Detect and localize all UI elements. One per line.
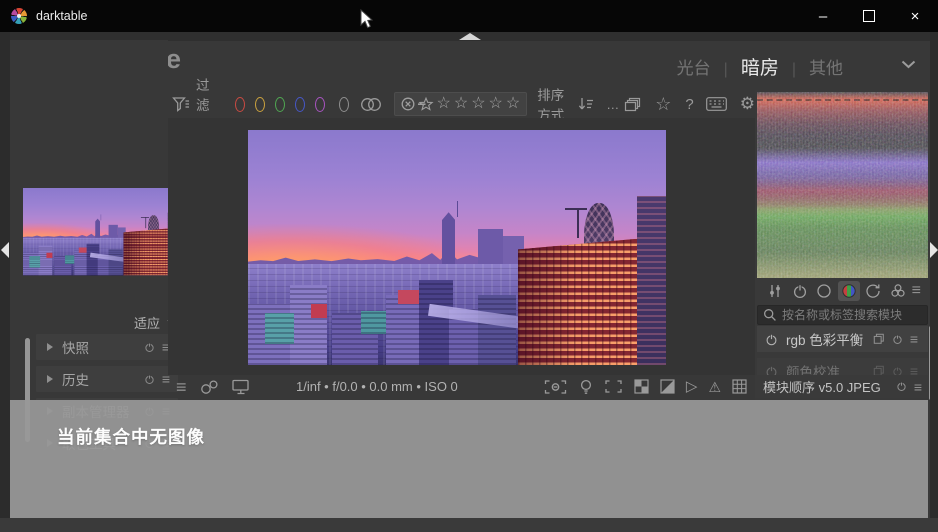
multi-instance-icon[interactable] [873,333,885,345]
bottom-panel-strip[interactable] [0,518,938,532]
filter-funnel-icon[interactable] [172,96,190,112]
expand-arrow-icon [47,343,53,351]
sunlit-building [518,238,645,365]
help-icon[interactable]: ? [685,96,693,113]
darkroom-bottom-toolbar: ≡ 1/inf • f/0.0 • 0.0 mm • ISO 0 [168,375,755,398]
mouse-cursor [360,9,375,30]
app-icon [11,8,27,24]
navigation-thumbnail[interactable] [23,188,177,276]
effect-group-icon[interactable] [887,281,909,301]
module-color-balance-rgb[interactable]: rgb 色彩平衡 ≡ [757,326,928,352]
clipping-warning-icon[interactable] [660,379,675,394]
reset-icon[interactable] [892,334,903,345]
presets-menu-icon[interactable]: ≡ [910,332,918,346]
overlays-menu-icon[interactable]: ≡ [176,378,187,396]
grid-overlay-icon[interactable] [732,379,747,394]
focus-peaking-icon[interactable] [543,379,568,395]
preferences-gear-icon[interactable]: ⚙ [740,94,755,114]
color-label-yellow[interactable] [255,97,265,112]
rating-star-icon[interactable]: ☆ [505,96,521,112]
maximize-button[interactable] [846,0,892,32]
gamut-check-icon[interactable] [634,379,649,394]
expand-arrow-icon [47,375,53,383]
base-group-icon[interactable] [813,281,835,301]
reset-icon[interactable] [144,374,155,385]
darkroom-top-toolbar: 过滤器 ☆ ☆ ☆ ☆ ☆ 排序方式 … ☆ ? ⚙ [168,90,755,118]
grouping-stack-icon[interactable] [624,96,642,112]
reject-icon[interactable] [400,96,416,112]
collapse-right-arrow-icon[interactable] [930,242,938,258]
color-label-red[interactable] [235,97,245,112]
sunlit-building [123,228,170,275]
rating-star-icon[interactable]: ☆ [488,96,504,112]
titlebar[interactable]: darktable – × [0,0,938,32]
close-button[interactable]: × [892,0,938,32]
shortcuts-keyboard-icon[interactable] [706,97,727,111]
darkroom-canvas [168,118,755,375]
module-group-bar: ≡ [757,279,928,303]
color-label-purple[interactable] [315,97,325,112]
sidebar-section-snapshots[interactable]: 快照 ≡ [36,334,178,360]
quick-access-icon[interactable] [764,281,786,301]
view-switcher: 光台 | 暗房 | 其他 [677,53,843,80]
color-label-gray[interactable] [339,97,349,112]
color-label-blue[interactable] [295,97,305,112]
active-modules-group-icon[interactable] [789,281,811,301]
minimize-button[interactable]: – [800,0,846,32]
waveform-scope[interactable] [757,92,928,278]
sort-direction-icon[interactable] [578,96,594,112]
right-panel-edge[interactable] [930,32,938,518]
overexposure-warning-icon[interactable]: ⚠ [708,380,721,394]
reset-icon[interactable] [144,342,155,353]
color-group-icon[interactable] [838,281,860,301]
darkroom-image[interactable] [248,130,666,365]
exif-info: 1/inf • f/0.0 • 0.0 mm • ISO 0 [296,379,458,394]
module-list-menu-icon[interactable]: ≡ [912,283,921,299]
sidebar-section-history[interactable]: 历史 ≡ [36,366,178,392]
cityscape-photo [23,188,177,275]
view-lighttable[interactable]: 光台 [677,54,711,79]
view-other[interactable]: 其他 [809,54,843,79]
module-search-input[interactable] [757,305,928,325]
enable-module-icon[interactable] [765,333,778,346]
reset-icon[interactable] [896,381,907,392]
module-search[interactable] [757,305,928,325]
rating-star-icon[interactable]: ☆ [436,96,452,112]
rating-star-icon[interactable]: ☆ [470,96,486,112]
collapse-left-arrow-icon[interactable] [1,242,9,258]
cityscape-photo [248,130,666,365]
maximize-icon [863,10,875,22]
empty-collection-message: 当前集合中无图像 [57,424,205,449]
zero-star-icon[interactable] [417,96,435,112]
filmstrip-panel: 当前集合中无图像 [10,400,928,518]
second-window-icon[interactable] [232,379,251,395]
softproof-play-icon[interactable]: ▷ [686,379,698,394]
zoom-fit-expand-icon[interactable] [604,379,623,394]
color-label-green[interactable] [275,97,285,112]
favorites-star-icon[interactable]: ☆ [655,94,671,115]
overlays-ellipsis[interactable]: … [606,97,620,112]
presets-menu-icon[interactable]: ≡ [914,380,922,394]
correct-group-icon[interactable] [862,281,884,301]
window-title: darktable [36,9,87,23]
color-label-toggle-icon[interactable] [360,97,382,112]
zoom-fit-dropdown[interactable]: 适应 [23,312,177,332]
module-order[interactable]: 模块顺序 v5.0 JPEG ≡ [755,375,930,398]
search-icon [763,308,777,322]
views-chevron-down-icon[interactable] [901,60,916,69]
color-assessment-bulb-icon[interactable] [579,379,593,395]
rating-filter[interactable]: ☆ ☆ ☆ ☆ ☆ [394,92,528,116]
left-panel-edge[interactable] [0,32,10,518]
view-darkroom[interactable]: 暗房 [741,53,779,80]
guides-overlay-icon[interactable] [200,379,219,395]
rating-star-icon[interactable]: ☆ [453,96,469,112]
collapse-top-arrow-icon[interactable] [459,33,481,40]
darktable-window: darktable – × darktable 5.2.1 光台 | 暗房 | … [0,0,938,532]
